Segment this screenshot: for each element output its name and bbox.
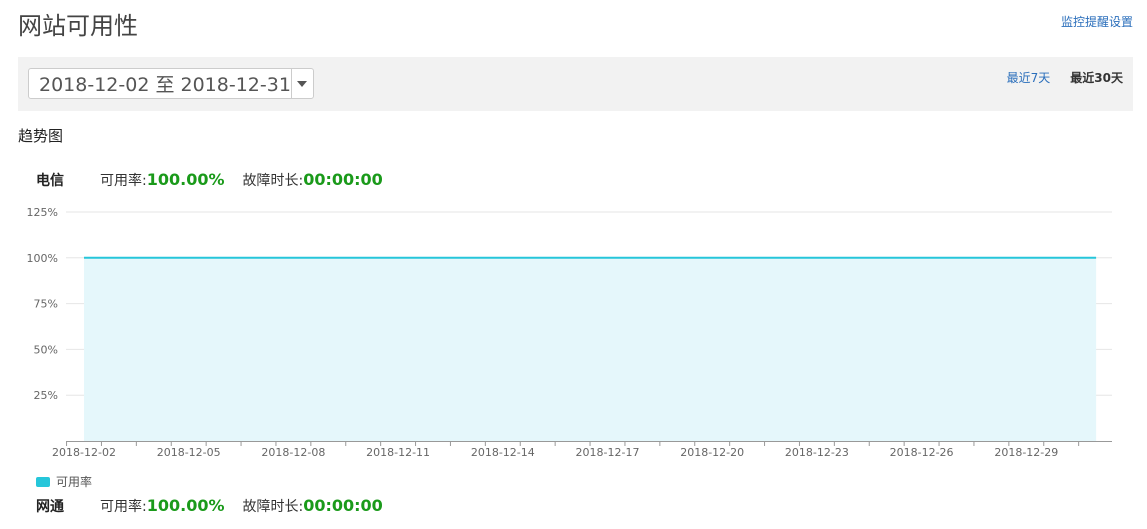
availability-value: 100.00% <box>146 170 225 189</box>
x-tick-label: 2018-12-23 <box>785 446 849 459</box>
x-tick-label: 2018-12-26 <box>890 446 954 459</box>
toolbar: 2018-12-02 至 2018-12-31 最近7天 最近30天 <box>18 57 1133 111</box>
x-tick-label: 2018-12-05 <box>157 446 221 459</box>
range-7-days-link[interactable]: 最近7天 <box>1007 69 1051 86</box>
x-tick-label: 2018-12-29 <box>994 446 1058 459</box>
availability-label: 可用率: <box>100 499 147 515</box>
legend-swatch <box>36 476 50 487</box>
y-tick-label: 100% <box>27 252 58 265</box>
y-tick-label: 75% <box>34 298 58 311</box>
date-range-value: 2018-12-02 至 2018-12-31 <box>39 74 291 96</box>
range-selector: 最近7天 最近30天 <box>1007 69 1123 86</box>
carrier-name: 网通 <box>36 499 64 515</box>
caret-down-icon[interactable] <box>290 69 313 98</box>
availability-label: 可用率: <box>100 173 147 189</box>
y-tick-label: 25% <box>34 389 58 402</box>
carrier-name: 电信 <box>36 173 64 189</box>
page-title: 网站可用性 <box>18 12 138 40</box>
date-range-picker[interactable]: 2018-12-02 至 2018-12-31 <box>28 68 314 99</box>
legend-label: 可用率 <box>56 475 93 489</box>
y-tick-label: 50% <box>34 343 58 356</box>
x-tick-label: 2018-12-08 <box>261 446 325 459</box>
x-tick-label: 2018-12-11 <box>366 446 430 459</box>
monitor-settings-link[interactable]: 监控提醒设置 <box>1061 13 1133 30</box>
availability-value: 100.00% <box>146 496 225 515</box>
chart-legend[interactable]: 可用率 <box>36 473 92 490</box>
carrier-row-telecom: 电信 可用率: 100.00% 故障时长: 00:00:00 <box>36 170 401 190</box>
x-tick-label: 2018-12-14 <box>471 446 535 459</box>
availability-chart: 125% 100% 75% 50% 25% 2018-12-02 2018-12-05 201… <box>27 206 1112 459</box>
downtime-value: 00:00:00 <box>303 170 383 189</box>
section-title: 趋势图 <box>18 127 64 145</box>
series-area <box>84 257 1097 441</box>
downtime-label: 故障时长: <box>242 173 304 189</box>
x-tick-label: 2018-12-17 <box>576 446 640 459</box>
x-tick-label: 2018-12-02 <box>52 446 116 459</box>
downtime-label: 故障时长: <box>242 499 304 515</box>
carrier-row-netcom: 网通 可用率: 100.00% 故障时长: 00:00:00 <box>36 496 401 516</box>
y-tick-label: 125% <box>27 206 58 219</box>
range-30-days-link[interactable]: 最近30天 <box>1070 69 1123 86</box>
x-tick-label: 2018-12-20 <box>680 446 744 459</box>
downtime-value: 00:00:00 <box>303 496 383 515</box>
